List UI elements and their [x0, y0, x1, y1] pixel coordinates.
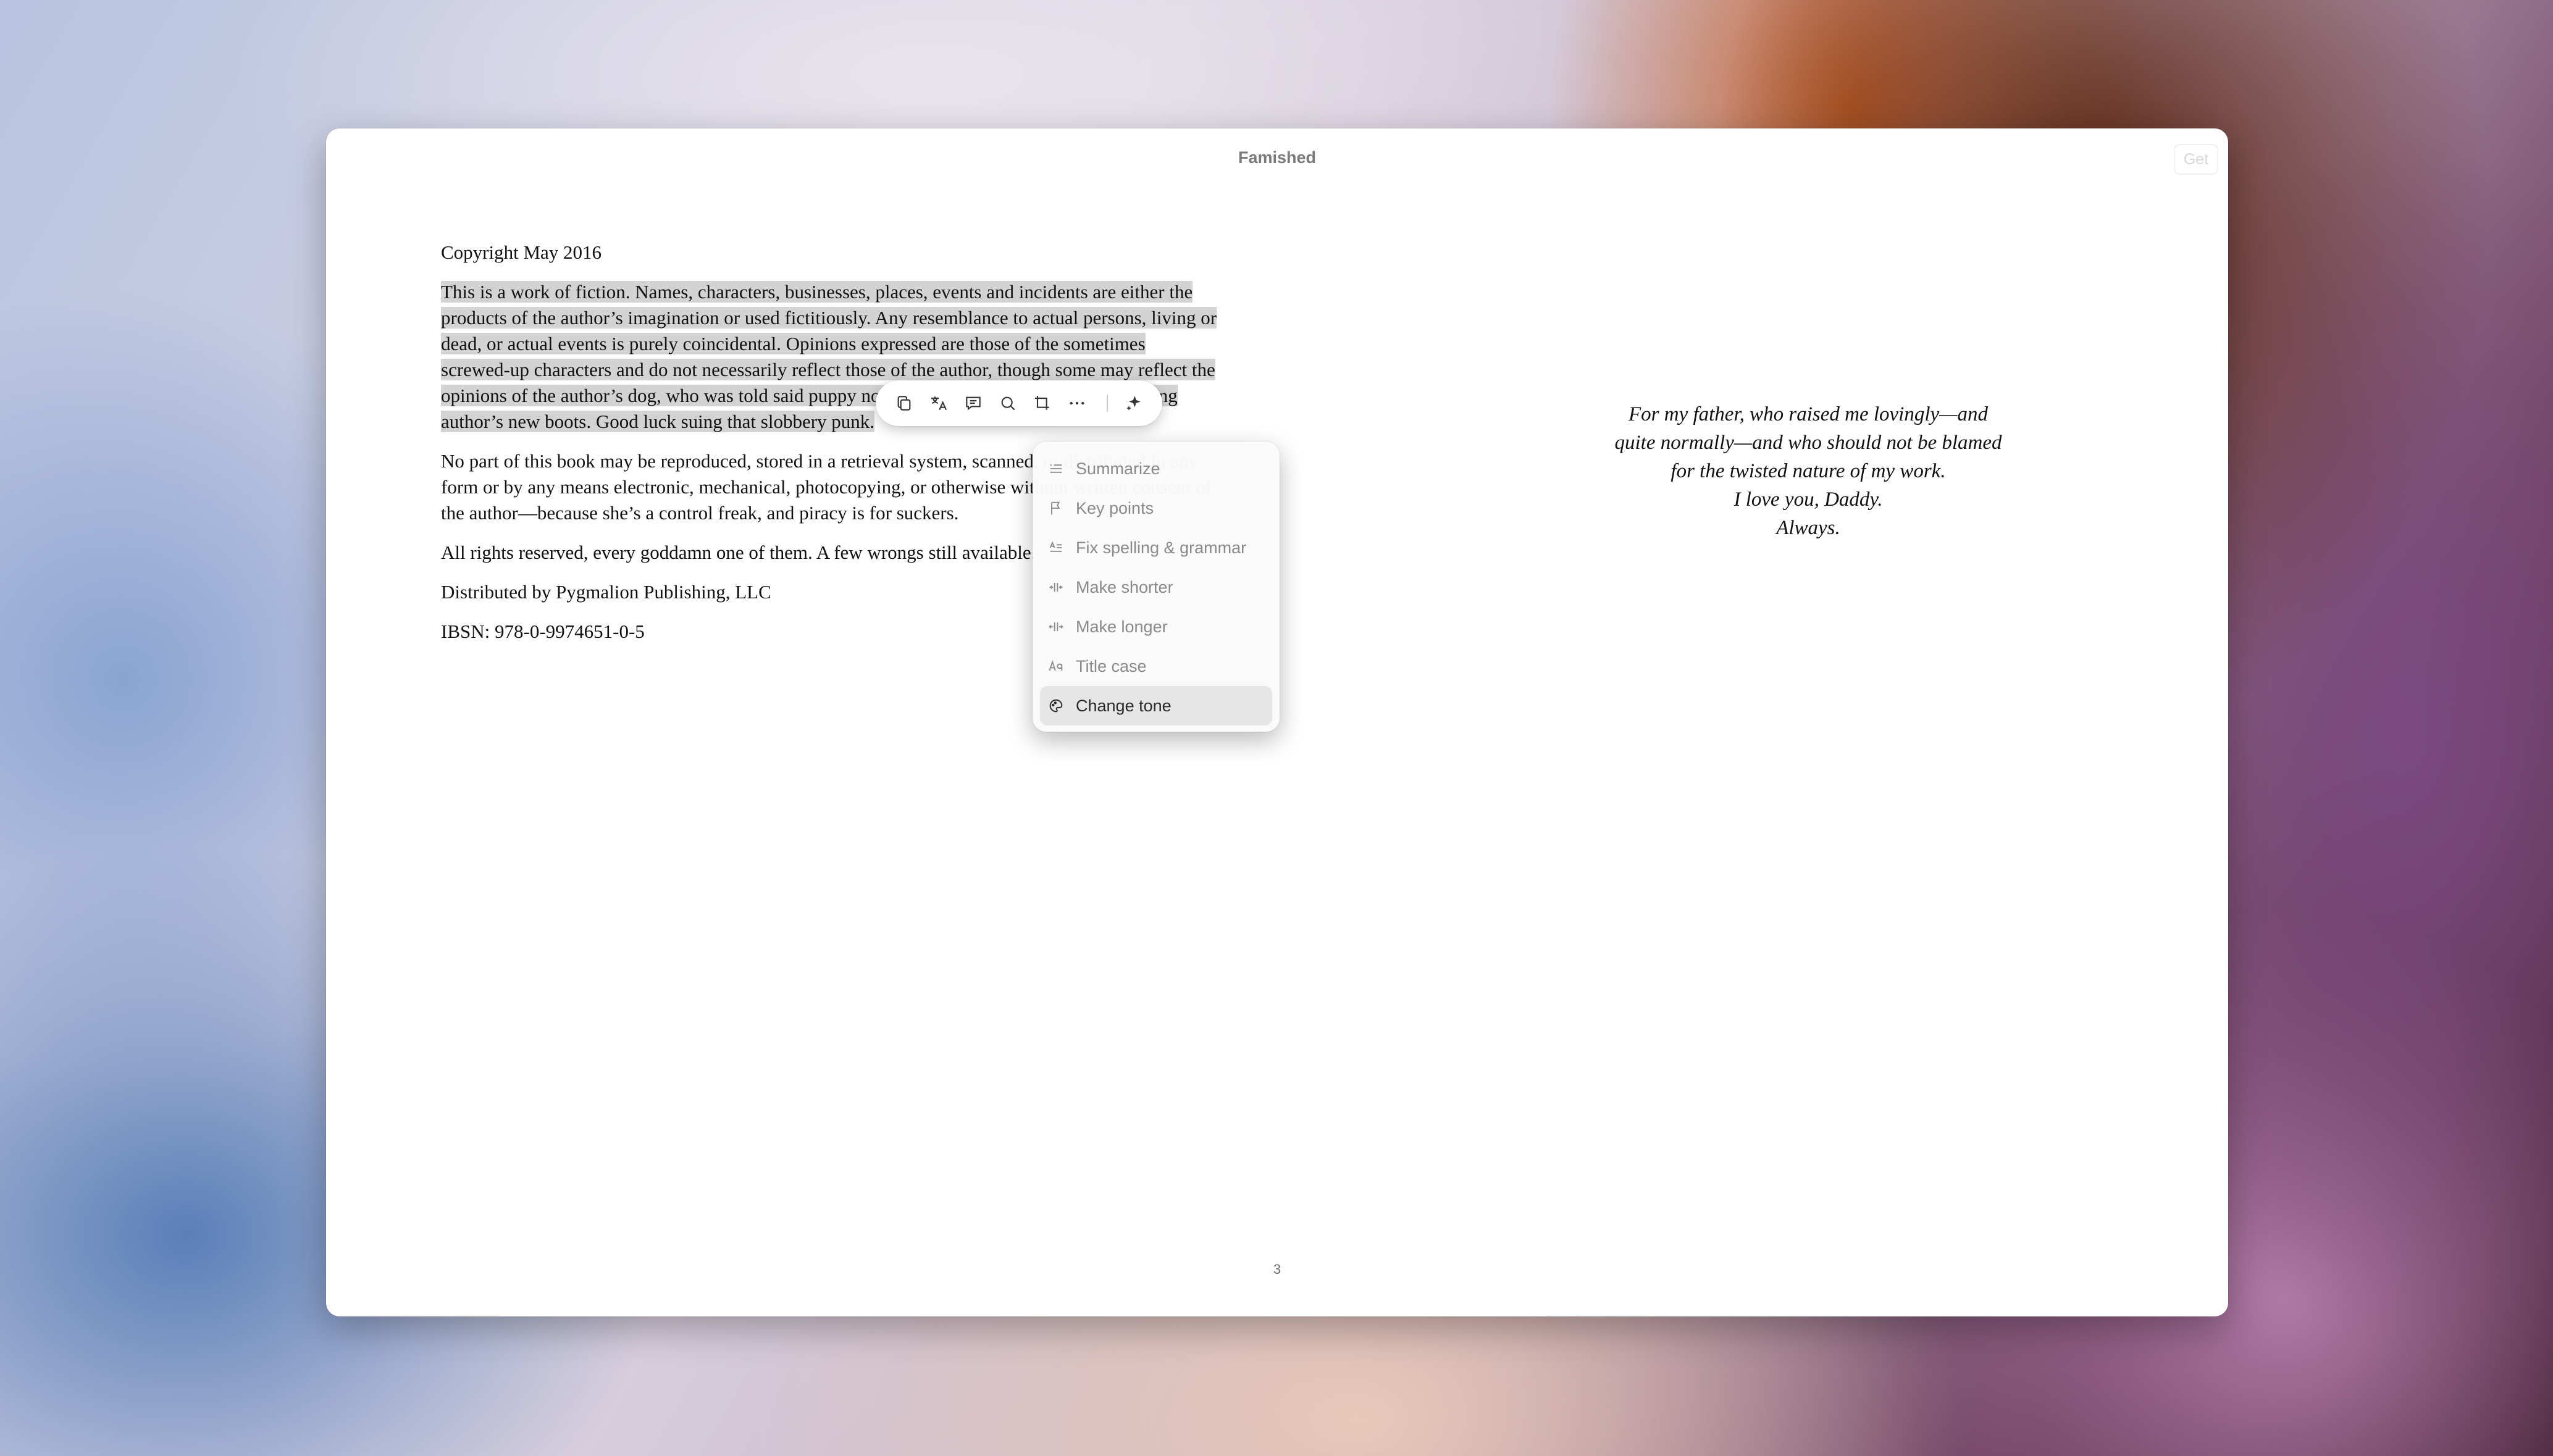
- window-title: Famished: [1238, 148, 1317, 167]
- spelling-icon: [1049, 541, 1062, 552]
- copy-button[interactable]: [887, 386, 921, 420]
- menu-item-change-tone[interactable]: Change tone: [1040, 686, 1272, 726]
- comment-button[interactable]: [956, 386, 991, 420]
- toolbar-divider: [1107, 395, 1108, 412]
- look-up-button[interactable]: [991, 386, 1025, 420]
- menu-item-label: Title case: [1076, 656, 1147, 676]
- dedication-line: For my father, who raised me lovingly—an…: [1628, 403, 1989, 425]
- menu-item-label: Make shorter: [1076, 577, 1173, 596]
- dedication-line: I love you, Daddy.: [1733, 488, 1883, 511]
- translate-button[interactable]: [921, 386, 956, 420]
- title-case-icon: [1049, 660, 1063, 671]
- menu-item-label: Summarize: [1076, 459, 1160, 478]
- menu-item-label: Make longer: [1076, 617, 1168, 636]
- get-button[interactable]: Get: [2174, 144, 2218, 175]
- flag-icon: [1051, 501, 1060, 515]
- dedication-line: for the twisted nature of my work.: [1671, 460, 1946, 482]
- menu-item-label: Change tone: [1076, 696, 1172, 715]
- selection-toolbar: [876, 380, 1162, 426]
- dedication-line: Always.: [1776, 517, 1840, 539]
- menu-item-summarize[interactable]: Summarize: [1040, 449, 1272, 488]
- copyright-line: Copyright May 2016: [441, 241, 602, 263]
- more-icon: [1070, 401, 1084, 405]
- menu-item-label: Fix spelling & grammar: [1076, 538, 1247, 557]
- look-up-icon: [1001, 396, 1015, 411]
- longer-icon: [1049, 622, 1063, 631]
- menu-item-fix-spelling[interactable]: Fix spelling & grammar: [1040, 528, 1272, 567]
- menu-item-label: Key points: [1076, 498, 1154, 517]
- copy-icon: [897, 396, 911, 411]
- more-button[interactable]: [1060, 386, 1094, 420]
- summarize-icon: [1050, 464, 1062, 473]
- menu-item-make-longer[interactable]: Make longer: [1040, 607, 1272, 646]
- writing-tools-button[interactable]: [1117, 386, 1151, 420]
- dedication-line: quite normally—and who should not be bla…: [1614, 432, 2002, 454]
- crop-icon: [1035, 396, 1049, 410]
- sparkle-icon: [1126, 396, 1141, 411]
- translate-icon: [931, 396, 947, 411]
- menu-item-make-shorter[interactable]: Make shorter: [1040, 567, 1272, 607]
- page-number: 3: [1273, 1261, 1281, 1277]
- tone-icon: [1049, 699, 1063, 713]
- shorter-icon: [1049, 583, 1063, 592]
- crop-button[interactable]: [1025, 386, 1060, 420]
- comment-icon: [966, 396, 981, 411]
- menu-item-key-points[interactable]: Key points: [1040, 488, 1272, 528]
- menu-item-title-case[interactable]: Title case: [1040, 646, 1272, 686]
- writing-tools-menu: Summarize Key points Fix spelling & gram…: [1033, 441, 1280, 732]
- dedication: For my father, who raised me lovingly—an…: [1469, 400, 2148, 542]
